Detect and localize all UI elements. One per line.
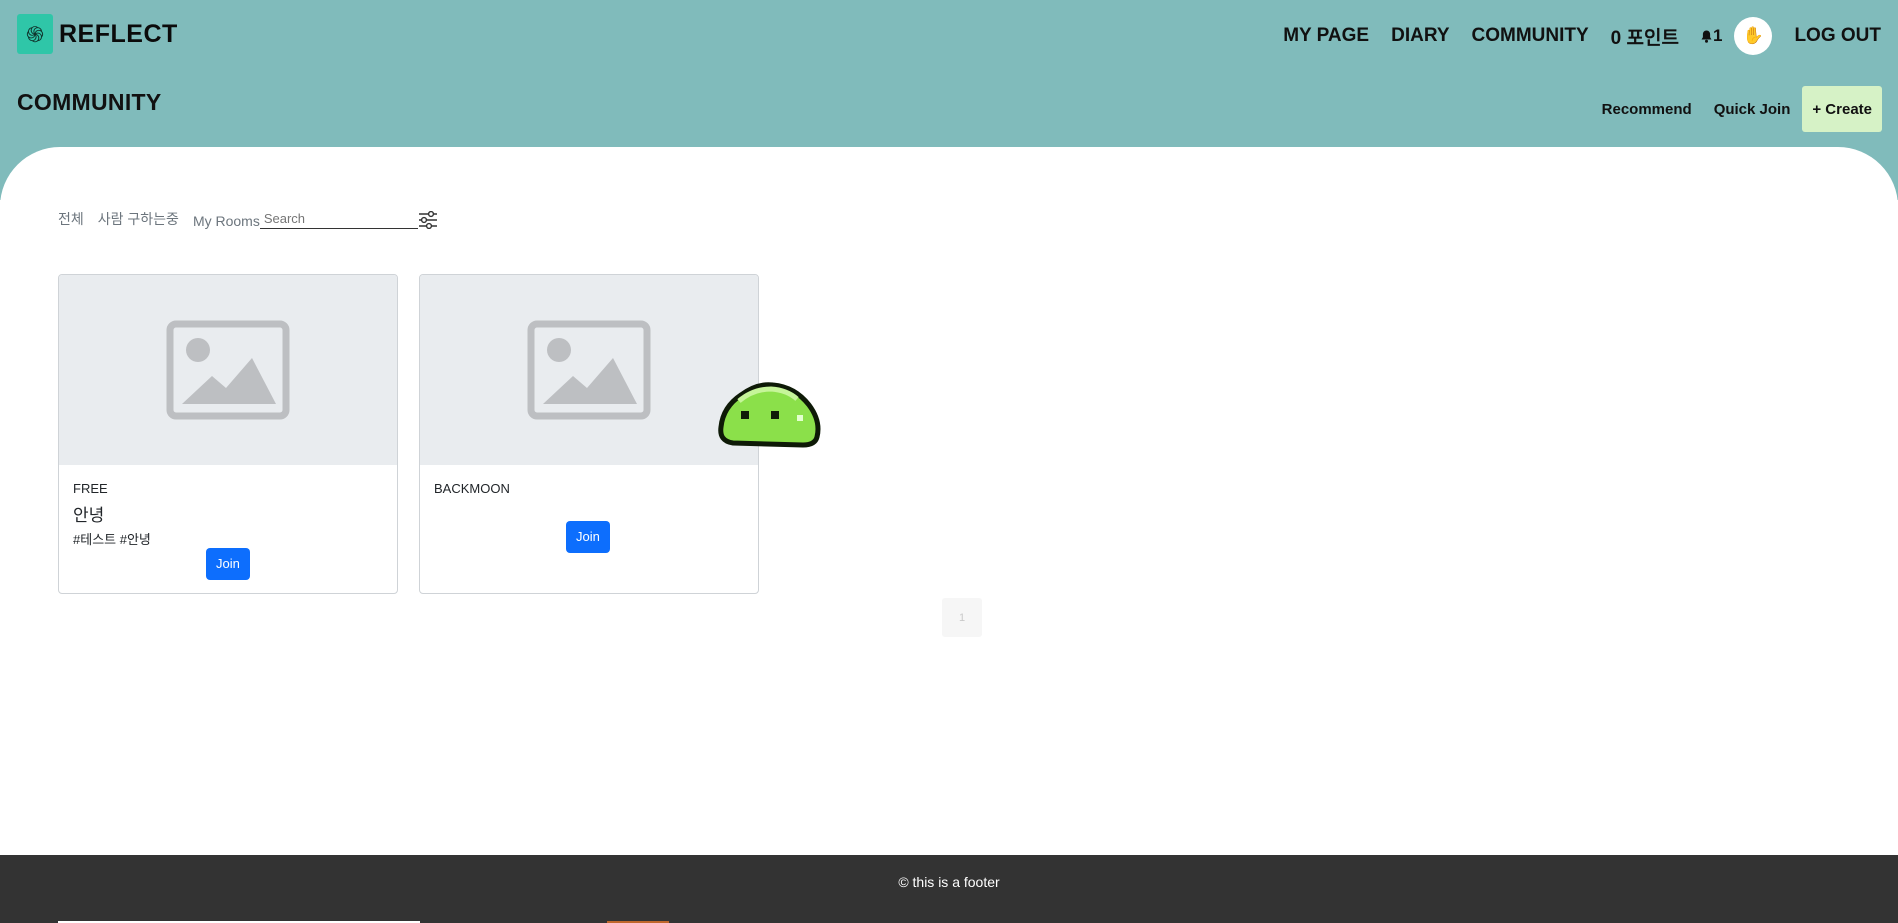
image-placeholder-icon: [166, 320, 290, 420]
notifications-button[interactable]: 1: [1701, 26, 1722, 46]
brand-logo[interactable]: ֍ REFLECT: [17, 14, 178, 54]
brand-name: REFLECT: [59, 19, 178, 48]
logout-link[interactable]: LOG OUT: [1794, 25, 1881, 47]
points-display[interactable]: 0 포인트: [1611, 23, 1679, 50]
filter-settings-icon[interactable]: [418, 211, 438, 229]
room-thumbnail: [420, 275, 758, 465]
room-filters: 전체 사람 구하는중 My Rooms: [58, 209, 418, 229]
reflect-logo-icon: ֍: [17, 14, 53, 54]
user-avatar[interactable]: ✋: [1734, 17, 1773, 55]
page-title: COMMUNITY: [17, 89, 162, 115]
community-actions: Recommend Quick Join + Create: [1602, 86, 1882, 132]
notification-count: 1: [1712, 26, 1723, 45]
pagination-page-1[interactable]: 1: [942, 598, 982, 637]
room-card[interactable]: BACKMOON Join: [419, 274, 759, 594]
footer-text: © this is a footer: [898, 874, 1000, 890]
nav-my-page[interactable]: MY PAGE: [1283, 25, 1369, 47]
room-name: 안녕: [73, 506, 105, 525]
room-category: BACKMOON: [434, 481, 510, 496]
filter-my-rooms[interactable]: My Rooms: [193, 213, 260, 229]
top-navigation: MY PAGE DIARY COMMUNITY 0 포인트 1 ✋ LOG OU…: [1283, 17, 1881, 55]
room-card[interactable]: FREE 안녕 #테스트 #안녕 Join: [58, 274, 398, 594]
footer: © this is a footer: [0, 855, 1898, 923]
hand-icon: ✋: [1742, 26, 1765, 45]
room-category: FREE: [73, 481, 108, 496]
bell-icon: [1701, 30, 1712, 43]
search-input[interactable]: [259, 209, 418, 229]
room-thumbnail: [59, 275, 397, 465]
quick-join-link[interactable]: Quick Join: [1714, 101, 1791, 118]
nav-diary[interactable]: DIARY: [1391, 25, 1449, 47]
search-wrapper: [259, 209, 418, 229]
create-room-button[interactable]: + Create: [1802, 86, 1882, 132]
image-placeholder-icon: [527, 320, 651, 420]
slime-mascot-icon: [718, 382, 821, 448]
recommend-link[interactable]: Recommend: [1602, 101, 1692, 118]
join-button[interactable]: Join: [206, 548, 250, 580]
room-tags: #테스트 #안녕: [73, 532, 151, 547]
filter-all[interactable]: 전체: [58, 209, 84, 229]
filter-recruiting[interactable]: 사람 구하는중: [98, 209, 179, 229]
join-button[interactable]: Join: [566, 521, 610, 553]
nav-community[interactable]: COMMUNITY: [1472, 25, 1589, 47]
